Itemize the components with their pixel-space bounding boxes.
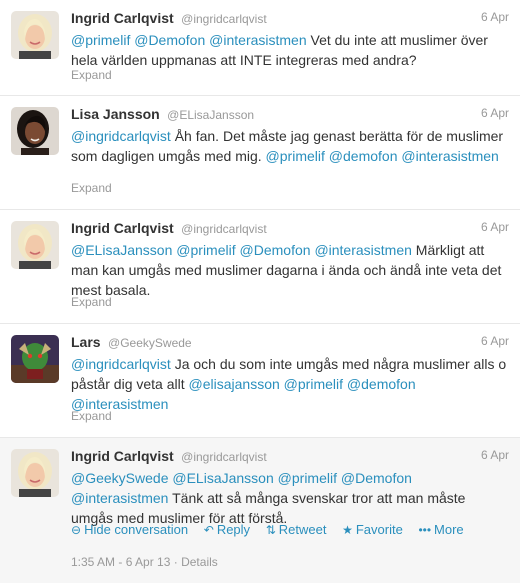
username[interactable]: @ingridcarlqvist: [181, 12, 267, 26]
tweet-time[interactable]: 6 Apr: [481, 448, 509, 462]
retweet-label: Retweet: [278, 522, 327, 537]
tweet-timestamp[interactable]: 1:35 AM - 6 Apr 13: [71, 555, 170, 569]
username[interactable]: @ELisaJansson: [167, 108, 254, 122]
mention-link[interactable]: @primelif: [266, 148, 325, 164]
expand-link[interactable]: Expand: [71, 409, 112, 423]
tweet-text: @ingridcarlqvist Åh fan. Det måste jag g…: [71, 126, 507, 166]
mention-link[interactable]: @primelif: [284, 376, 343, 392]
ellipsis-icon: •••: [418, 523, 432, 537]
more-label: More: [434, 522, 464, 537]
tweet-header: Lars @GeekySwede: [71, 334, 510, 352]
more-button[interactable]: ••• More: [418, 522, 463, 537]
tweet-text: @GeekySwede @ELisaJansson @primelif @Dem…: [71, 468, 507, 528]
tweet-actions: ⊖ Hide conversation ↶ Reply ⇅ Retweet ★ Favo…: [71, 522, 476, 537]
fullname[interactable]: Lisa Jansson: [71, 106, 160, 122]
hide-conversation-label: Hide conversation: [84, 522, 189, 537]
avatar[interactable]: [11, 335, 59, 383]
mention-link[interactable]: @ingridcarlqvist: [71, 128, 171, 144]
mention-link[interactable]: @primelif: [278, 470, 337, 486]
mention-link[interactable]: @ingridcarlqvist: [71, 356, 171, 372]
mention-link[interactable]: @Demofon: [240, 242, 311, 258]
avatar[interactable]: [11, 107, 59, 155]
mention-link[interactable]: @primelif: [176, 242, 235, 258]
tweet[interactable]: Ingrid Carlqvist @ingridcarlqvist 6 Apr …: [0, 0, 520, 96]
tweet-time[interactable]: 6 Apr: [481, 334, 509, 348]
mention-link[interactable]: @ELisaJansson: [172, 470, 273, 486]
retweet-icon: ⇅: [265, 523, 276, 537]
avatar[interactable]: [11, 221, 59, 269]
tweet[interactable]: Lars @GeekySwede 6 Apr @ingridcarlqvist …: [0, 324, 520, 438]
mention-link[interactable]: @primelif: [71, 32, 130, 48]
favorite-label: Favorite: [355, 522, 403, 537]
mention-link[interactable]: @interasistmen: [209, 32, 306, 48]
mention-link[interactable]: @ELisaJansson: [71, 242, 172, 258]
mention-link[interactable]: @interasistmen: [401, 148, 498, 164]
minus-circle-icon: ⊖: [71, 523, 82, 537]
mention-link[interactable]: @elisajansson: [189, 376, 280, 392]
reply-button[interactable]: ↶ Reply: [204, 522, 250, 537]
favorite-button[interactable]: ★ Favorite: [342, 522, 403, 537]
fullname[interactable]: Lars: [71, 334, 101, 350]
tweet-text: @ingridcarlqvist Ja och du som inte umgå…: [71, 354, 507, 414]
mention-link[interactable]: @demofon: [347, 376, 416, 392]
tweet-header: Ingrid Carlqvist @ingridcarlqvist: [71, 10, 510, 28]
mention-link[interactable]: @demofon: [329, 148, 398, 164]
tweet-time[interactable]: 6 Apr: [481, 106, 509, 120]
avatar[interactable]: [11, 11, 59, 59]
username[interactable]: @ingridcarlqvist: [181, 450, 267, 464]
fullname[interactable]: Ingrid Carlqvist: [71, 220, 174, 236]
tweet-meta: 1:35 AM - 6 Apr 13 · Details: [71, 555, 218, 569]
tweet-header: Lisa Jansson @ELisaJansson: [71, 106, 510, 124]
expand-link[interactable]: Expand: [71, 295, 112, 309]
conversation-timeline: Ingrid Carlqvist @ingridcarlqvist 6 Apr …: [0, 0, 520, 583]
star-icon: ★: [342, 523, 353, 537]
tweet[interactable]: Ingrid Carlqvist @ingridcarlqvist 6 Apr …: [0, 210, 520, 324]
tweet-header: Ingrid Carlqvist @ingridcarlqvist: [71, 220, 510, 238]
tweet[interactable]: Lisa Jansson @ELisaJansson 6 Apr @ingrid…: [0, 96, 520, 210]
mention-link[interactable]: @Demofon: [341, 470, 412, 486]
tweet-time[interactable]: 6 Apr: [481, 10, 509, 24]
mention-link[interactable]: @interasistmen: [314, 242, 411, 258]
reply-arrow-icon: ↶: [203, 523, 214, 537]
tweet-header: Ingrid Carlqvist @ingridcarlqvist: [71, 448, 510, 466]
details-link[interactable]: Details: [181, 555, 218, 569]
tweet-text: @ELisaJansson @primelif @Demofon @intera…: [71, 240, 507, 300]
retweet-button[interactable]: ⇅ Retweet: [266, 522, 327, 537]
expand-link[interactable]: Expand: [71, 68, 112, 82]
avatar[interactable]: [11, 449, 59, 497]
reply-label: Reply: [216, 522, 251, 537]
meta-separator: ·: [173, 555, 182, 569]
username[interactable]: @GeekySwede: [108, 336, 192, 350]
tweet-time[interactable]: 6 Apr: [481, 220, 509, 234]
hide-conversation-button[interactable]: ⊖ Hide conversation: [71, 522, 188, 537]
tweet-text: @primelif @Demofon @interasistmen Vet du…: [71, 30, 507, 70]
mention-link[interactable]: @Demofon: [134, 32, 205, 48]
expand-link[interactable]: Expand: [71, 181, 112, 195]
fullname[interactable]: Ingrid Carlqvist: [71, 10, 174, 26]
mention-link[interactable]: @GeekySwede: [71, 470, 168, 486]
fullname[interactable]: Ingrid Carlqvist: [71, 448, 174, 464]
username[interactable]: @ingridcarlqvist: [181, 222, 267, 236]
mention-link[interactable]: @interasistmen: [71, 490, 168, 506]
